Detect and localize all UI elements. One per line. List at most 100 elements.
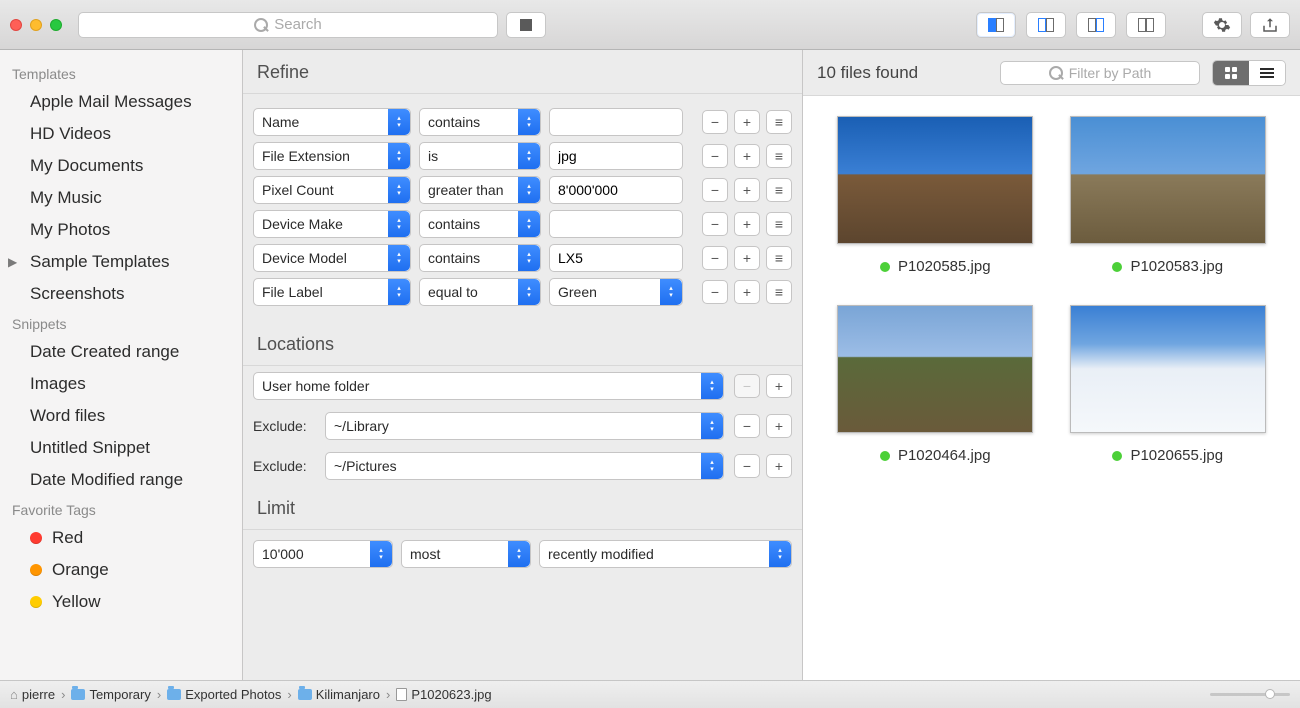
limit-sort-select[interactable]: most — [401, 540, 531, 568]
rule-list-button[interactable]: ≡ — [766, 212, 792, 236]
rule-list-button[interactable]: ≡ — [766, 144, 792, 168]
rule-attribute-select[interactable]: File Label — [253, 278, 411, 306]
rule-operator-select[interactable]: contains — [419, 244, 541, 272]
sidebar-item[interactable]: Word files — [0, 400, 242, 432]
sidebar-item-label: My Documents — [30, 156, 143, 176]
refine-panel: Refine Namecontains−+≡File Extensionis−+… — [243, 50, 803, 680]
sidebar-item[interactable]: My Photos — [0, 214, 242, 246]
share-button[interactable] — [1250, 12, 1290, 38]
sidebar-item[interactable]: Screenshots — [0, 278, 242, 310]
layout-left-button[interactable] — [976, 12, 1016, 38]
minimize-button[interactable] — [30, 19, 42, 31]
rule-remove-button[interactable]: − — [702, 280, 728, 304]
filter-path-input[interactable]: Filter by Path — [1000, 61, 1200, 85]
result-item[interactable]: P1020583.jpg — [1062, 116, 1275, 275]
sidebar-item[interactable]: Yellow — [0, 586, 242, 618]
exclude-add-button[interactable]: + — [766, 414, 792, 438]
rule-add-button[interactable]: + — [734, 110, 760, 134]
settings-button[interactable] — [1202, 12, 1242, 38]
path-segment[interactable]: ⌂pierre — [10, 687, 55, 702]
layout-center-left-button[interactable] — [1026, 12, 1066, 38]
rule-remove-button[interactable]: − — [702, 212, 728, 236]
sidebar-item[interactable]: Apple Mail Messages — [0, 86, 242, 118]
rule-operator-select[interactable]: contains — [419, 108, 541, 136]
rule-add-button[interactable]: + — [734, 212, 760, 236]
sidebar-item[interactable]: My Music — [0, 182, 242, 214]
exclude-remove-button[interactable]: − — [734, 454, 760, 478]
exclude-add-button[interactable]: + — [766, 454, 792, 478]
location-remove-button: − — [734, 374, 760, 398]
search-input[interactable]: Search — [78, 12, 498, 38]
sidebar-item[interactable]: My Documents — [0, 150, 242, 182]
rule-remove-button[interactable]: − — [702, 246, 728, 270]
view-toggle — [1212, 60, 1286, 86]
path-segment[interactable]: Kilimanjaro — [298, 687, 380, 702]
rule-value-input[interactable] — [549, 108, 683, 136]
sidebar-item-label: Red — [52, 528, 83, 548]
path-segment[interactable]: Exported Photos — [167, 687, 281, 702]
file-name: P1020585.jpg — [880, 258, 991, 275]
locations-heading: Locations — [243, 322, 802, 366]
rule-row: File Label equal to Green−+≡ — [253, 278, 792, 306]
rule-remove-button[interactable]: − — [702, 144, 728, 168]
path-segment[interactable]: Temporary — [71, 687, 150, 702]
result-item[interactable]: P1020464.jpg — [829, 305, 1042, 464]
layout-right-button[interactable] — [1126, 12, 1166, 38]
location-add-button[interactable]: + — [766, 374, 792, 398]
rule-value-select[interactable]: Green — [549, 278, 683, 306]
result-item[interactable]: P1020655.jpg — [1062, 305, 1275, 464]
rule-add-button[interactable]: + — [734, 246, 760, 270]
sidebar-item[interactable]: Images — [0, 368, 242, 400]
rule-operator-select[interactable]: equal to — [419, 278, 541, 306]
tag-dot-icon — [1112, 451, 1122, 461]
sidebar-section-header: Templates — [0, 60, 242, 86]
limit-count-select[interactable]: 10'000 — [253, 540, 393, 568]
exclude-remove-button[interactable]: − — [734, 414, 760, 438]
limit-by-select[interactable]: recently modified — [539, 540, 792, 568]
sidebar-item[interactable]: HD Videos — [0, 118, 242, 150]
rule-attribute-select[interactable]: Name — [253, 108, 411, 136]
rule-list-button[interactable]: ≡ — [766, 110, 792, 134]
view-grid-button[interactable] — [1213, 61, 1249, 85]
rule-attribute-select[interactable]: Device Model — [253, 244, 411, 272]
results-count: 10 files found — [817, 63, 918, 83]
rule-remove-button[interactable]: − — [702, 110, 728, 134]
stop-button[interactable] — [506, 12, 546, 38]
exclude-label: Exclude: — [253, 458, 315, 474]
disclosure-triangle-icon[interactable]: ▶ — [8, 255, 17, 269]
rule-attribute-select[interactable]: Device Make — [253, 210, 411, 238]
layout-center-right-button[interactable] — [1076, 12, 1116, 38]
sidebar-item[interactable]: Red — [0, 522, 242, 554]
rule-add-button[interactable]: + — [734, 178, 760, 202]
exclude-select[interactable]: ~/Pictures — [325, 452, 724, 480]
rule-list-button[interactable]: ≡ — [766, 246, 792, 270]
thumbnail-size-slider[interactable] — [1210, 693, 1290, 696]
rule-list-button[interactable]: ≡ — [766, 280, 792, 304]
rule-operator-select[interactable]: greater than — [419, 176, 541, 204]
sidebar-item[interactable]: Date Modified range — [0, 464, 242, 496]
exclude-select[interactable]: ~/Library — [325, 412, 724, 440]
result-item[interactable]: P1020585.jpg — [829, 116, 1042, 275]
location-select[interactable]: User home folder — [253, 372, 724, 400]
rule-add-button[interactable]: + — [734, 144, 760, 168]
close-button[interactable] — [10, 19, 22, 31]
rule-operator-select[interactable]: is — [419, 142, 541, 170]
sidebar-item[interactable]: ▶Sample Templates — [0, 246, 242, 278]
rule-value-input[interactable] — [549, 210, 683, 238]
rule-value-input[interactable] — [549, 244, 683, 272]
rule-attribute-select[interactable]: File Extension — [253, 142, 411, 170]
view-list-button[interactable] — [1249, 61, 1285, 85]
sidebar-item[interactable]: Untitled Snippet — [0, 432, 242, 464]
sidebar-item[interactable]: Date Created range — [0, 336, 242, 368]
rule-add-button[interactable]: + — [734, 280, 760, 304]
rule-list-button[interactable]: ≡ — [766, 178, 792, 202]
sidebar-item[interactable]: Orange — [0, 554, 242, 586]
rule-remove-button[interactable]: − — [702, 178, 728, 202]
rule-operator-select[interactable]: contains — [419, 210, 541, 238]
zoom-button[interactable] — [50, 19, 62, 31]
path-segment[interactable]: P1020623.jpg — [396, 687, 491, 702]
rule-value-input[interactable] — [549, 142, 683, 170]
tag-dot-icon — [1112, 262, 1122, 272]
rule-value-input[interactable] — [549, 176, 683, 204]
rule-attribute-select[interactable]: Pixel Count — [253, 176, 411, 204]
